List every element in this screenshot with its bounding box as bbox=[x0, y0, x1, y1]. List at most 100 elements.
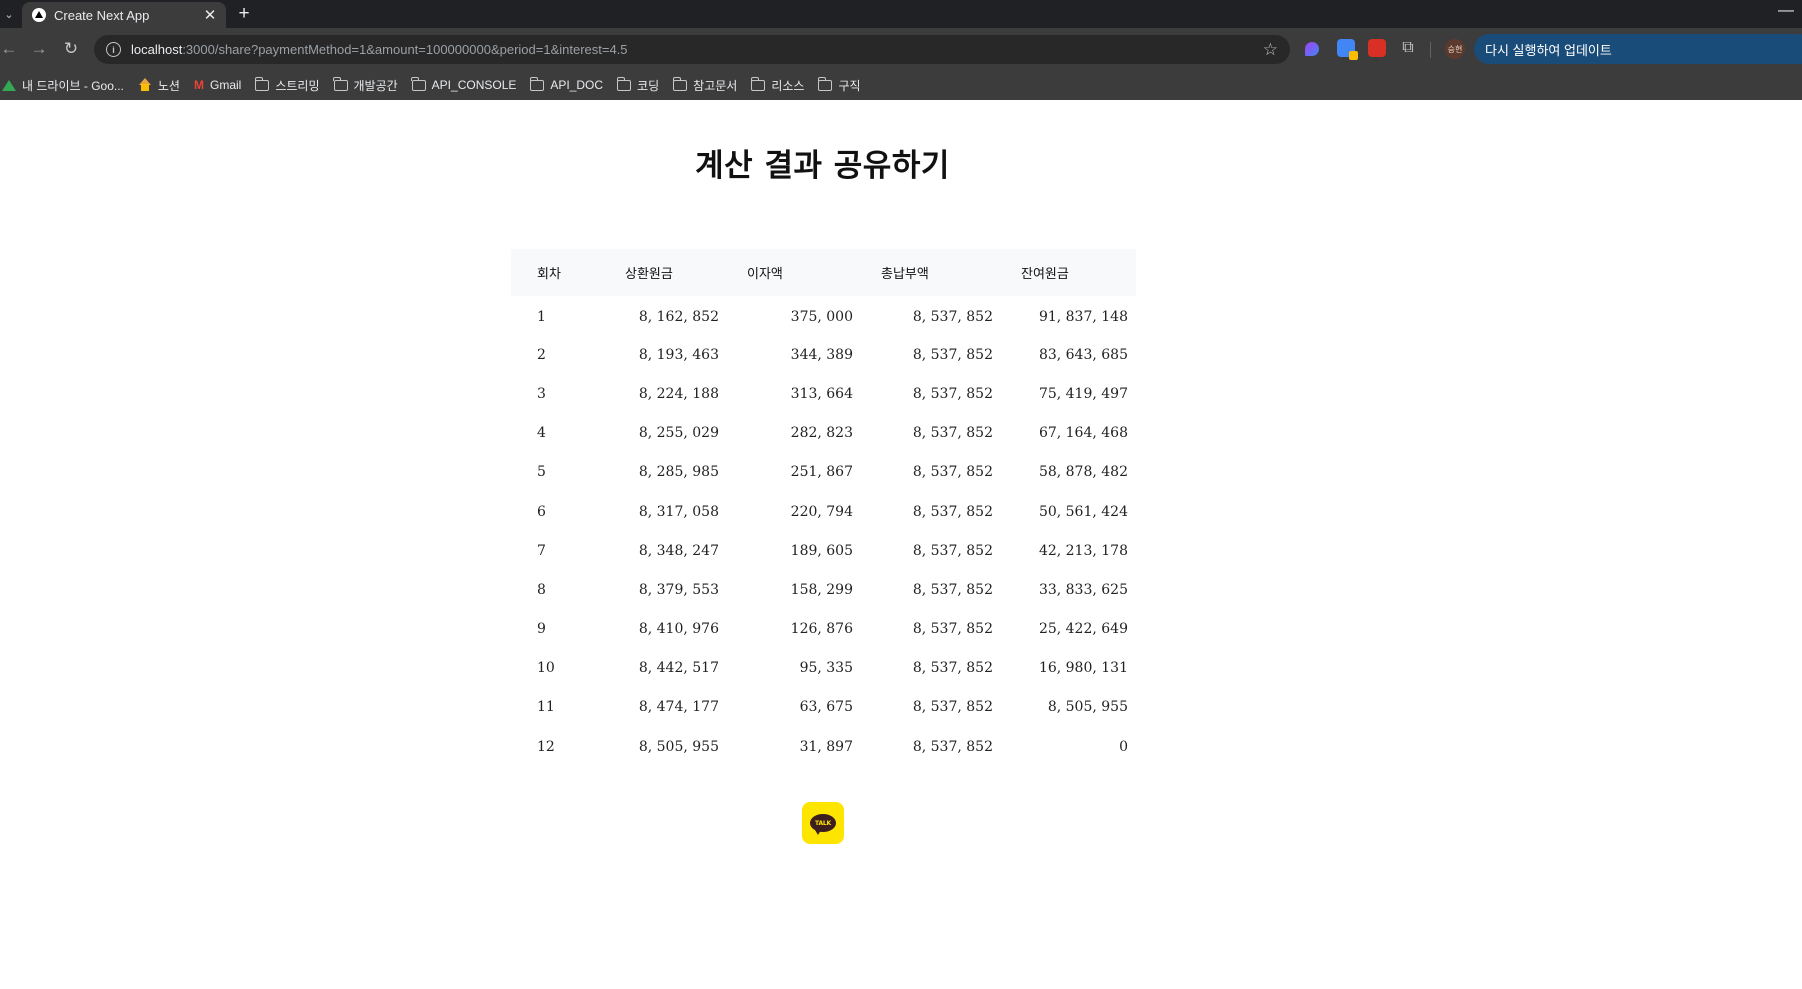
bookmark-label: 리소스 bbox=[771, 78, 805, 93]
cell-principal: 8, 442, 517 bbox=[638, 660, 719, 677]
bookmark-notion[interactable]: 노션 bbox=[138, 77, 180, 94]
reload-icon[interactable]: ↻ bbox=[60, 38, 82, 60]
bookmark-drive[interactable]: 내 드라이브 - Goo... bbox=[2, 77, 124, 94]
tab-search-icon[interactable]: ⌄ bbox=[0, 4, 18, 24]
browser-toolbar: ← → ↻ i localhost:3000/share?paymentMeth… bbox=[0, 28, 1802, 70]
url-text[interactable]: localhost:3000/share?paymentMethod=1&amo… bbox=[131, 42, 1263, 57]
cell-round: 12 bbox=[537, 738, 555, 755]
cell-total: 8, 537, 852 bbox=[912, 581, 993, 598]
profile-avatar[interactable]: 승현 bbox=[1445, 39, 1465, 59]
page-title: 계산 결과 공유하기 bbox=[695, 148, 950, 184]
cell-principal: 8, 379, 553 bbox=[638, 581, 719, 598]
cell-interest: 158, 299 bbox=[790, 581, 853, 598]
folder-icon bbox=[254, 76, 270, 91]
kakao-talk-label: TALK bbox=[815, 819, 831, 827]
cell-remaining: 67, 164, 468 bbox=[1038, 425, 1128, 442]
repayment-schedule-table: 회차 상환원금 이자액 총납부액 잔여원금 1 8, 162, 852 375, 0… bbox=[511, 249, 1136, 766]
folder-icon bbox=[817, 76, 833, 91]
table-row: 12 8, 505, 955 31, 897 8, 537, 852 0 bbox=[511, 727, 1136, 766]
table-row: 5 8, 285, 985 251, 867 8, 537, 852 58, 878, … bbox=[511, 453, 1136, 492]
forward-arrow-icon[interactable]: → bbox=[28, 38, 50, 60]
cell-remaining: 83, 643, 685 bbox=[1038, 346, 1128, 363]
extension-red-icon[interactable] bbox=[1368, 39, 1386, 57]
extension-gradient-icon[interactable] bbox=[1305, 42, 1319, 56]
cell-interest: 31, 897 bbox=[799, 738, 853, 755]
bookmark-label: API_CONSOLE bbox=[431, 78, 517, 92]
cell-interest: 63, 675 bbox=[799, 699, 853, 716]
bookmark-label: 참고문서 bbox=[693, 78, 738, 93]
bookmark-gmail[interactable]: M Gmail bbox=[194, 78, 241, 92]
relaunch-update-button[interactable]: 다시 실행하여 업데이트 bbox=[1474, 34, 1802, 64]
cell-total: 8, 537, 852 bbox=[912, 542, 993, 559]
site-info-icon[interactable]: i bbox=[106, 42, 121, 57]
cell-total: 8, 537, 852 bbox=[912, 385, 993, 402]
cell-total: 8, 537, 852 bbox=[912, 621, 993, 638]
bookmark-folder-streaming[interactable]: 스트리밍 bbox=[254, 76, 320, 94]
bookmark-folder-coding[interactable]: 코딩 bbox=[616, 76, 659, 94]
bookmark-folder-api-console[interactable]: API_CONSOLE bbox=[411, 76, 517, 92]
cell-remaining: 16, 980, 131 bbox=[1038, 660, 1128, 677]
drive-icon bbox=[2, 79, 16, 91]
cell-round: 4 bbox=[537, 425, 546, 442]
notion-icon bbox=[138, 78, 152, 92]
header-interest: 이자액 bbox=[747, 267, 783, 282]
folder-icon bbox=[411, 76, 426, 91]
header-principal: 상환원금 bbox=[625, 267, 673, 282]
window-minimize-icon[interactable]: — bbox=[1778, 2, 1794, 20]
bookmark-folder-resources[interactable]: 리소스 bbox=[750, 76, 805, 94]
cell-interest: 189, 605 bbox=[790, 542, 853, 559]
cell-principal: 8, 348, 247 bbox=[638, 542, 719, 559]
tab-title: Create Next App bbox=[54, 7, 150, 23]
bookmark-star-icon[interactable]: ☆ bbox=[1263, 40, 1278, 60]
cell-principal: 8, 474, 177 bbox=[638, 699, 719, 716]
new-tab-button[interactable]: + bbox=[233, 3, 255, 25]
bookmark-label: 개발공간 bbox=[353, 78, 398, 93]
browser-tab[interactable]: Create Next App ✕ bbox=[22, 2, 226, 28]
bookmark-label: 구직 bbox=[838, 78, 861, 93]
address-bar[interactable]: i localhost:3000/share?paymentMethod=1&a… bbox=[94, 35, 1290, 64]
extension-translate-icon[interactable] bbox=[1337, 39, 1358, 60]
table-row: 1 8, 162, 852 375, 000 8, 537, 852 91, 837, … bbox=[511, 296, 1136, 335]
cell-remaining: 25, 422, 649 bbox=[1038, 621, 1128, 638]
cell-principal: 8, 162, 852 bbox=[638, 309, 719, 326]
browser-tab-strip: ⌄ Create Next App ✕ + — bbox=[0, 0, 1802, 28]
table-row: 7 8, 348, 247 189, 605 8, 537, 852 42, 213, … bbox=[511, 531, 1136, 570]
cell-principal: 8, 193, 463 bbox=[638, 346, 719, 363]
cell-round: 7 bbox=[537, 542, 546, 559]
bookmark-folder-references[interactable]: 참고문서 bbox=[672, 76, 738, 94]
bookmark-folder-dev[interactable]: 개발공간 bbox=[333, 76, 398, 94]
header-round: 회차 bbox=[537, 267, 561, 282]
back-arrow-icon[interactable]: ← bbox=[0, 38, 20, 60]
cell-interest: 282, 823 bbox=[790, 425, 853, 442]
table-row: 8 8, 379, 553 158, 299 8, 537, 852 33, 833, … bbox=[511, 570, 1136, 609]
cell-round: 5 bbox=[537, 464, 546, 481]
cell-interest: 375, 000 bbox=[790, 309, 853, 326]
bookmark-label: 내 드라이브 - Goo... bbox=[22, 78, 124, 93]
table-row: 3 8, 224, 188 313, 664 8, 537, 852 75, 419, … bbox=[511, 374, 1136, 413]
cell-principal: 8, 317, 058 bbox=[638, 503, 719, 520]
kakao-share-button[interactable]: TALK bbox=[802, 802, 844, 844]
kakao-talk-icon: TALK bbox=[810, 814, 836, 835]
cell-remaining: 8, 505, 955 bbox=[1047, 699, 1128, 716]
table-row: 2 8, 193, 463 344, 389 8, 537, 852 83, 643, … bbox=[511, 335, 1136, 374]
cell-remaining: 0 bbox=[1119, 738, 1128, 755]
extensions-puzzle-icon[interactable]: ⧉ bbox=[1399, 39, 1417, 57]
cell-total: 8, 537, 852 bbox=[912, 309, 993, 326]
header-total-payment: 총납부액 bbox=[881, 267, 929, 282]
cell-principal: 8, 224, 188 bbox=[638, 385, 719, 402]
bookmark-label: API_DOC bbox=[550, 78, 604, 92]
url-path: :3000/share?paymentMethod=1&amount=10000… bbox=[182, 42, 628, 57]
cell-remaining: 50, 561, 424 bbox=[1038, 503, 1128, 520]
nextjs-favicon-icon bbox=[32, 8, 46, 22]
url-host: localhost bbox=[131, 42, 183, 57]
bookmark-label: 스트리밍 bbox=[275, 78, 320, 93]
table-row: 11 8, 474, 177 63, 675 8, 537, 852 8, 505, 9… bbox=[511, 688, 1136, 727]
table-header-row: 회차 상환원금 이자액 총납부액 잔여원금 bbox=[511, 249, 1136, 296]
tab-close-icon[interactable]: ✕ bbox=[202, 6, 218, 24]
cell-round: 3 bbox=[537, 385, 546, 402]
cell-interest: 313, 664 bbox=[790, 385, 853, 402]
table-row: 4 8, 255, 029 282, 823 8, 537, 852 67, 164, … bbox=[511, 414, 1136, 453]
bookmark-folder-jobs[interactable]: 구직 bbox=[817, 76, 861, 94]
bookmarks-bar: 내 드라이브 - Goo... 노션 M Gmail 스트리밍 개발공간 API_… bbox=[0, 70, 1802, 100]
bookmark-folder-api-doc[interactable]: API_DOC bbox=[529, 76, 604, 92]
